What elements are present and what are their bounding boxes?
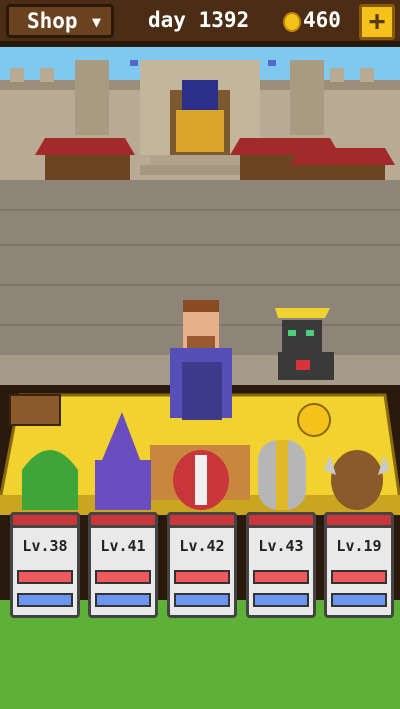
card-header-band bbox=[324, 512, 394, 528]
mp-bar-fill bbox=[97, 595, 149, 605]
mp-bar bbox=[95, 593, 151, 607]
hp-bar bbox=[253, 570, 309, 584]
hp-bar bbox=[17, 570, 73, 584]
mp-bar-fill bbox=[19, 595, 71, 605]
red-helmet-hero[interactable] bbox=[173, 450, 229, 510]
hero-level: Lv.19 bbox=[336, 537, 382, 555]
hero-level: Lv.42 bbox=[179, 537, 225, 555]
hero-card-5[interactable]: Lv.19 bbox=[324, 512, 394, 618]
book-icon bbox=[9, 394, 61, 426]
silver-knight-hero[interactable] bbox=[258, 440, 306, 510]
robot-companion[interactable] bbox=[275, 308, 334, 380]
mp-bar bbox=[17, 593, 73, 607]
hero-card-2[interactable]: Lv.41 bbox=[88, 512, 158, 618]
mp-bar-fill bbox=[255, 595, 307, 605]
mp-bar bbox=[331, 593, 387, 607]
hero-card-4[interactable]: Lv.43 bbox=[246, 512, 316, 618]
hero-level: Lv.43 bbox=[258, 537, 304, 555]
card-header-band bbox=[167, 512, 237, 528]
hp-bar bbox=[174, 570, 230, 584]
hp-bar bbox=[331, 570, 387, 584]
mp-bar-fill bbox=[176, 595, 228, 605]
hp-bar-fill bbox=[176, 572, 228, 582]
card-header-band bbox=[246, 512, 316, 528]
hp-bar-fill bbox=[97, 572, 149, 582]
card-header-band bbox=[10, 512, 80, 528]
trophy-icon bbox=[297, 403, 331, 437]
hero-level: Lv.38 bbox=[22, 537, 68, 555]
game-master[interactable] bbox=[170, 300, 232, 420]
hero-level: Lv.41 bbox=[100, 537, 146, 555]
card-header-band bbox=[88, 512, 158, 528]
hero-card-1[interactable]: Lv.38 bbox=[10, 512, 80, 618]
hp-bar bbox=[95, 570, 151, 584]
mp-bar bbox=[253, 593, 309, 607]
hp-bar-fill bbox=[19, 572, 71, 582]
hp-bar-fill bbox=[255, 572, 307, 582]
mp-bar-fill bbox=[333, 595, 385, 605]
hero-card-3[interactable]: Lv.42 bbox=[167, 512, 237, 618]
mp-bar bbox=[174, 593, 230, 607]
hp-bar-fill bbox=[333, 572, 385, 582]
